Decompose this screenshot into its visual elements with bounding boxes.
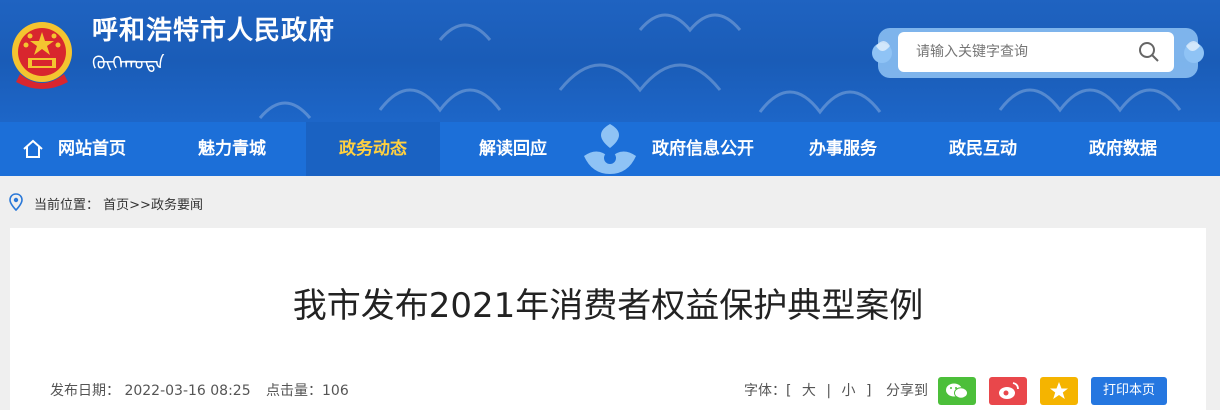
article-title: 我市发布2021年消费者权益保护典型案例 [292, 286, 924, 326]
nav-item-services[interactable]: 办事服务 [776, 122, 910, 176]
nav-item-news[interactable]: 政务动态 [306, 122, 440, 176]
breadcrumb-path[interactable]: 首页>>政务要闻 [103, 198, 203, 213]
weibo-icon [999, 382, 1019, 399]
font-large-link[interactable]: 大 [802, 383, 816, 399]
publish-label: 发布日期： [50, 383, 120, 399]
share-weibo-button[interactable] [989, 377, 1027, 405]
nav-item-charm[interactable]: 魅力青城 [164, 122, 300, 176]
hits-count: 106 [322, 383, 349, 399]
national-emblem-icon [12, 22, 72, 89]
print-button[interactable]: 打印本页 [1091, 377, 1167, 405]
main-nav: 网站首页 魅力青城 政务动态 解读回应 政府信息公开 办事服务 政民互动 政府数… [0, 122, 1220, 176]
nav-item-home[interactable]: 网站首页 [14, 122, 144, 176]
nav-item-label: 办事服务 [809, 139, 877, 159]
share-label: 分享到 [886, 383, 928, 399]
hits-label: 点击量： [266, 383, 322, 399]
nav-item-label: 魅力青城 [198, 139, 266, 159]
nav-item-info-public[interactable]: 政府信息公开 [636, 122, 770, 176]
publish-date: 2022-03-16 08:25 [124, 383, 251, 399]
nav-item-label: 政府数据 [1089, 139, 1157, 159]
breadcrumb-text: 当前位置： 首页>>政务要闻 [34, 194, 203, 213]
search-box [898, 32, 1174, 72]
search-input[interactable] [914, 43, 1138, 61]
font-small-link[interactable]: 小 [842, 383, 856, 399]
font-separator: | [826, 383, 832, 399]
search-area [872, 26, 1204, 80]
nav-item-interaction[interactable]: 政民互动 [916, 122, 1050, 176]
publish-info: 发布日期： 2022-03-16 08:25 [50, 380, 251, 400]
nav-item-label: 网站首页 [58, 139, 126, 159]
site-header: 呼和浩特市人民政府 ᠬᠥᠬᠡᠬᠣᠲᠠ [0, 0, 1220, 122]
site-title: 呼和浩特市人民政府 [92, 16, 336, 46]
hits-info: 点击量：106 [266, 380, 349, 400]
home-icon [23, 139, 43, 158]
breadcrumb: 当前位置： 首页>>政务要闻 [0, 176, 1220, 228]
site-mongolian-title: ᠬᠥᠬᠡᠬᠣᠲᠠ [92, 53, 165, 74]
breadcrumb-prefix: 当前位置： [34, 198, 100, 213]
share-wechat-button[interactable] [938, 377, 976, 405]
nav-item-label: 政府信息公开 [652, 139, 754, 159]
nav-item-label: 政务动态 [339, 139, 407, 159]
share-qzone-button[interactable] [1040, 377, 1078, 405]
location-pin-icon [9, 193, 23, 211]
article-panel: 我市发布2021年消费者权益保护典型案例 发布日期： 2022-03-16 08… [10, 228, 1206, 410]
font-label: 字体：[ [744, 383, 792, 399]
nav-item-interpretation[interactable]: 解读回应 [446, 122, 580, 176]
wechat-icon [946, 383, 968, 399]
nav-item-data[interactable]: 政府数据 [1056, 122, 1190, 176]
font-end: ] [866, 383, 872, 399]
nav-ornament-icon [584, 124, 636, 174]
star-icon [1050, 382, 1068, 399]
font-size-control: 字体：[ 大 | 小 ] [744, 380, 871, 400]
nav-item-label: 政民互动 [949, 139, 1017, 159]
search-icon[interactable] [1138, 41, 1160, 63]
nav-item-label: 解读回应 [479, 139, 547, 159]
